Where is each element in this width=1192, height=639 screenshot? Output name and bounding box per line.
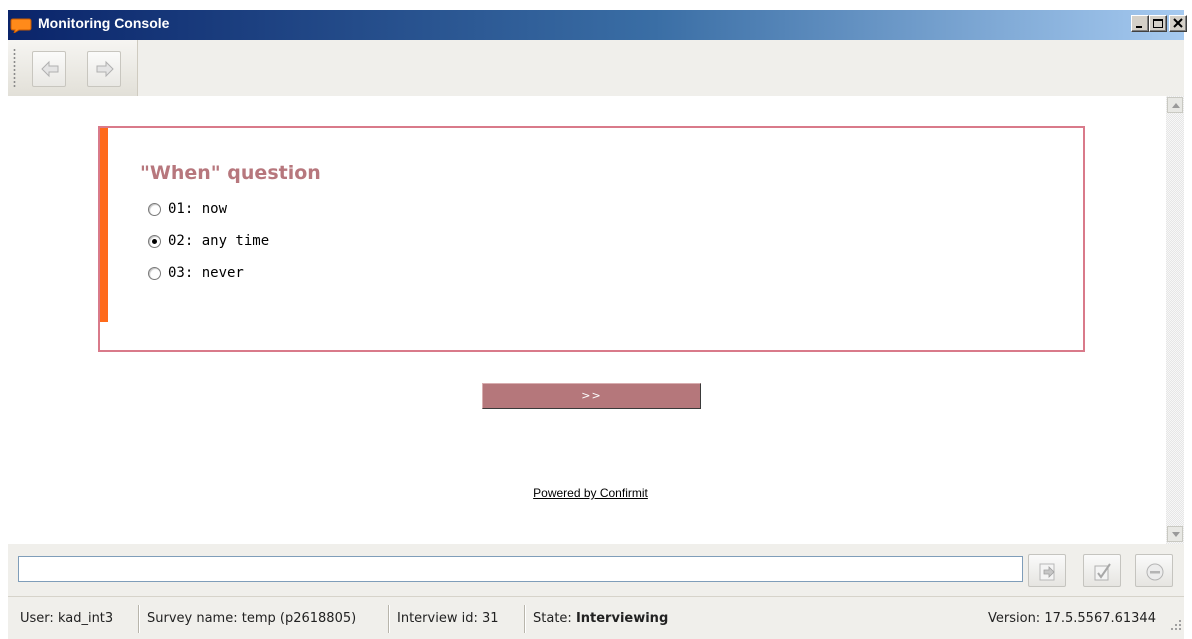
status-survey-value: temp (p2618805) [241, 611, 357, 626]
close-icon [1173, 18, 1183, 28]
status-user-value: kad_int3 [57, 611, 114, 626]
toolbar-grip[interactable] [13, 48, 16, 88]
maximize-button[interactable] [1149, 15, 1167, 32]
back-button[interactable] [32, 51, 66, 87]
status-bar: User: kad_int3 Survey name: temp (p26188… [8, 596, 1184, 639]
status-version-value: 17.5.5567.61344 [1044, 611, 1156, 626]
send-icon [1039, 563, 1055, 581]
arrow-left-icon [41, 60, 59, 78]
status-separator [524, 605, 525, 633]
title-bar[interactable]: Monitoring Console [8, 10, 1187, 40]
status-user: User: kad_int3 [20, 611, 113, 626]
chevron-up-icon [1172, 103, 1180, 108]
command-input[interactable] [18, 556, 1023, 582]
command-bar [8, 544, 1184, 596]
check-icon [1094, 563, 1111, 581]
status-survey-label: Survey name: [147, 611, 238, 626]
radio-button[interactable] [148, 203, 161, 216]
vertical-scrollbar[interactable] [1166, 96, 1184, 544]
option-label[interactable]: 02: any time [168, 233, 269, 249]
status-user-label: User: [20, 611, 54, 626]
question-box: "When" question 01: now 02: any time 03:… [98, 126, 1085, 352]
status-state-value: Interviewing [575, 611, 669, 626]
status-interview-value: 31 [481, 611, 499, 626]
status-state-label: State: [533, 611, 572, 626]
status-interview: Interview id: 31 [397, 611, 499, 626]
window-title: Monitoring Console [38, 15, 170, 31]
status-separator [138, 605, 139, 633]
status-survey: Survey name: temp (p2618805) [147, 611, 356, 626]
radio-button-checked[interactable] [148, 235, 161, 248]
toolbar-strip [8, 40, 138, 96]
check-button[interactable] [1083, 554, 1121, 587]
status-state: State: Interviewing [533, 611, 668, 626]
stop-button[interactable] [1135, 554, 1173, 587]
powered-by-link[interactable]: Powered by Confirmit [0, 486, 1181, 500]
option-label[interactable]: 01: now [168, 201, 227, 217]
minimize-icon [1136, 26, 1142, 28]
stop-icon [1146, 563, 1164, 581]
app-icon [10, 17, 32, 35]
radio-button[interactable] [148, 267, 161, 280]
toolbar [8, 40, 1184, 96]
option-label[interactable]: 03: never [168, 265, 244, 281]
next-button[interactable]: >> [482, 383, 701, 409]
question-title: "When" question [140, 162, 321, 184]
close-button[interactable] [1169, 15, 1187, 32]
status-interview-label: Interview id: [397, 611, 478, 626]
status-separator [388, 605, 389, 633]
maximize-icon [1153, 19, 1163, 28]
chevron-down-icon [1172, 532, 1180, 537]
send-button[interactable] [1028, 554, 1066, 587]
status-version-label: Version: [988, 611, 1041, 626]
minimize-button[interactable] [1131, 15, 1149, 32]
arrow-right-icon [96, 60, 114, 78]
question-accent-bar [100, 128, 108, 322]
forward-button[interactable] [87, 51, 121, 87]
scroll-up-button[interactable] [1167, 97, 1183, 113]
scroll-down-button[interactable] [1167, 526, 1183, 542]
resize-grip-icon[interactable] [1170, 619, 1182, 635]
status-version: Version: 17.5.5567.61344 [988, 611, 1156, 626]
